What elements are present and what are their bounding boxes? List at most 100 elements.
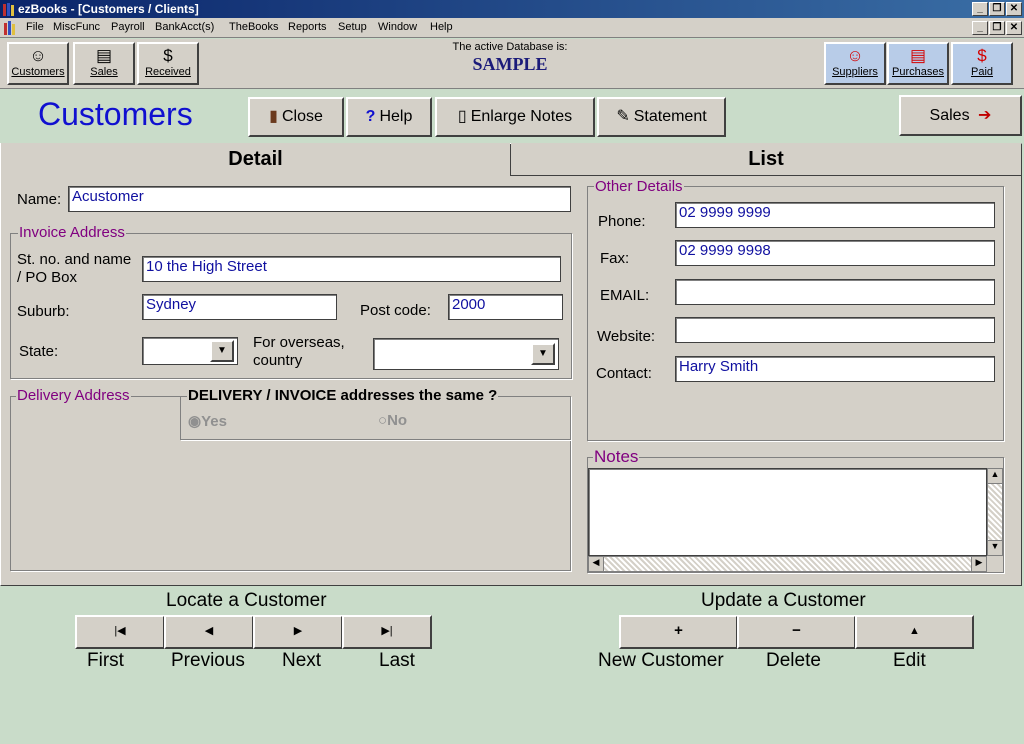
menu-file[interactable]: File bbox=[26, 21, 44, 33]
tab-list[interactable]: List bbox=[511, 143, 1021, 176]
db-caption: The active Database is: bbox=[452, 41, 568, 53]
next-record-icon: ▶ bbox=[293, 625, 303, 637]
menu-setup[interactable]: Setup bbox=[338, 21, 367, 33]
state-label: State: bbox=[19, 343, 59, 360]
toolbar-purchases-label: Purchases bbox=[892, 66, 944, 78]
scroll-down-button[interactable]: ▼ bbox=[987, 540, 1003, 556]
other-details-label: Other Details bbox=[594, 178, 684, 195]
menu-help[interactable]: Help bbox=[430, 21, 453, 33]
chevron-up-icon: ▲ bbox=[990, 469, 1000, 479]
website-input[interactable] bbox=[675, 317, 995, 343]
next-label: Next bbox=[282, 650, 322, 671]
toolbar-purchases-button[interactable]: ▤ Purchases bbox=[887, 42, 949, 85]
contact-label: Contact: bbox=[596, 365, 652, 382]
state-dropdown-button[interactable]: ▼ bbox=[210, 340, 234, 362]
chevron-down-icon: ▼ bbox=[538, 348, 548, 359]
enlarge-notes-button[interactable]: ▯ Enlarge Notes bbox=[435, 97, 595, 137]
document-stack-icon: ▤ bbox=[95, 46, 113, 65]
child-minimize-button[interactable]: _ bbox=[972, 21, 988, 35]
app-books-icon bbox=[3, 3, 15, 16]
phone-input[interactable]: 02 9999 9999 bbox=[675, 202, 995, 228]
same-yes-radio[interactable]: ◉Yes bbox=[188, 412, 227, 430]
title-bar: ezBooks - [Customers / Clients] _ ❐ ✕ bbox=[0, 0, 1024, 18]
close-label: Close bbox=[281, 108, 323, 125]
menu-thebooks[interactable]: TheBooks bbox=[229, 21, 279, 33]
notes-textarea[interactable] bbox=[588, 468, 987, 556]
close-window-button[interactable]: ✕ bbox=[1006, 2, 1022, 16]
toolbar-received-button[interactable]: $ Received bbox=[137, 42, 199, 85]
invoice-address-label: Invoice Address bbox=[18, 224, 126, 241]
previous-record-icon: ◀ bbox=[204, 625, 214, 637]
delete-label: Delete bbox=[766, 650, 821, 671]
delete-button[interactable]: − bbox=[737, 615, 856, 649]
suburb-input[interactable]: Sydney bbox=[142, 294, 337, 320]
postcode-input[interactable]: 2000 bbox=[448, 294, 563, 320]
new-customer-button[interactable]: + bbox=[619, 615, 738, 649]
smiley-icon: ☺ bbox=[846, 46, 864, 65]
country-dropdown-button[interactable]: ▼ bbox=[531, 343, 555, 365]
child-restore-button[interactable]: ❐ bbox=[989, 21, 1005, 35]
website-label: Website: bbox=[597, 328, 656, 345]
menu-window[interactable]: Window bbox=[378, 21, 417, 33]
email-input[interactable] bbox=[675, 279, 995, 305]
first-button[interactable]: |◀ bbox=[75, 615, 165, 649]
tab-detail[interactable]: Detail bbox=[1, 143, 510, 176]
sales-nav-button[interactable]: Sales ➔ bbox=[899, 95, 1022, 136]
child-close-button[interactable]: ✕ bbox=[1006, 21, 1022, 35]
next-button[interactable]: ▶ bbox=[253, 615, 343, 649]
last-button[interactable]: ▶| bbox=[342, 615, 432, 649]
tab-list-label: List bbox=[748, 148, 784, 170]
db-name: SAMPLE bbox=[472, 54, 548, 74]
help-button[interactable]: ? Help bbox=[346, 97, 432, 137]
menu-reports[interactable]: Reports bbox=[288, 21, 327, 33]
toolbar-customers-label: Customers bbox=[11, 66, 65, 78]
last-label: Last bbox=[379, 650, 415, 671]
street-input[interactable]: 10 the High Street bbox=[142, 256, 561, 282]
scroll-up-button[interactable]: ▲ bbox=[987, 468, 1003, 484]
dollar-icon: $ bbox=[977, 46, 987, 65]
email-label: EMAIL: bbox=[600, 287, 650, 304]
previous-button[interactable]: ◀ bbox=[164, 615, 254, 649]
last-record-icon: ▶| bbox=[381, 625, 393, 637]
edit-button[interactable]: ▲ bbox=[855, 615, 974, 649]
smiley-icon: ☺ bbox=[29, 46, 47, 65]
page-title: Customers bbox=[38, 96, 193, 132]
name-label: Name: bbox=[17, 191, 62, 208]
street-label: St. no. and name / PO Box bbox=[17, 251, 132, 286]
door-icon: ▮ bbox=[269, 108, 278, 125]
minus-icon: − bbox=[792, 622, 801, 639]
fax-input[interactable]: 02 9999 9998 bbox=[675, 240, 995, 266]
update-title: Update a Customer bbox=[701, 590, 866, 611]
toolbar-paid-button[interactable]: $ Paid bbox=[951, 42, 1013, 85]
minimize-button[interactable]: _ bbox=[972, 2, 988, 16]
menu-payroll[interactable]: Payroll bbox=[111, 21, 145, 33]
first-record-icon: |◀ bbox=[114, 625, 126, 637]
chevron-left-icon: ◀ bbox=[592, 557, 600, 567]
notes-horizontal-scrollbar[interactable] bbox=[588, 556, 987, 572]
same-yes-label: Yes bbox=[201, 413, 227, 430]
radio-empty-icon: ○ bbox=[378, 412, 388, 429]
statement-button[interactable]: ✎ Statement bbox=[597, 97, 726, 137]
plus-icon: + bbox=[674, 622, 683, 639]
contact-input[interactable]: Harry Smith bbox=[675, 356, 995, 382]
toolbar-sales-button[interactable]: ▤ Sales bbox=[73, 42, 135, 85]
menu-bankaccts[interactable]: BankAcct(s) bbox=[155, 21, 214, 33]
toolbar-received-label: Received bbox=[145, 66, 191, 78]
new-customer-label: New Customer bbox=[598, 650, 724, 671]
restore-button[interactable]: ❐ bbox=[989, 2, 1005, 16]
toolbar-customers-button[interactable]: ☺ Customers bbox=[7, 42, 69, 85]
radio-selected-icon: ◉ bbox=[188, 413, 202, 430]
name-input[interactable]: Acustomer bbox=[68, 186, 571, 212]
toolbar-suppliers-label: Suppliers bbox=[832, 66, 878, 78]
toolbar-suppliers-button[interactable]: ☺ Suppliers bbox=[824, 42, 886, 85]
same-no-radio[interactable]: ○No bbox=[378, 412, 407, 429]
caret-up-icon: ▲ bbox=[909, 625, 920, 637]
previous-label: Previous bbox=[171, 650, 245, 671]
country-label: For overseas, country bbox=[253, 334, 345, 369]
scroll-right-button[interactable]: ▶ bbox=[971, 556, 987, 572]
notes-label: Notes bbox=[593, 447, 640, 467]
scroll-left-button[interactable]: ◀ bbox=[588, 556, 604, 572]
close-button[interactable]: ▮ Close bbox=[248, 97, 344, 137]
menu-miscfunc[interactable]: MiscFunc bbox=[53, 21, 100, 33]
edit-label: Edit bbox=[893, 650, 926, 671]
